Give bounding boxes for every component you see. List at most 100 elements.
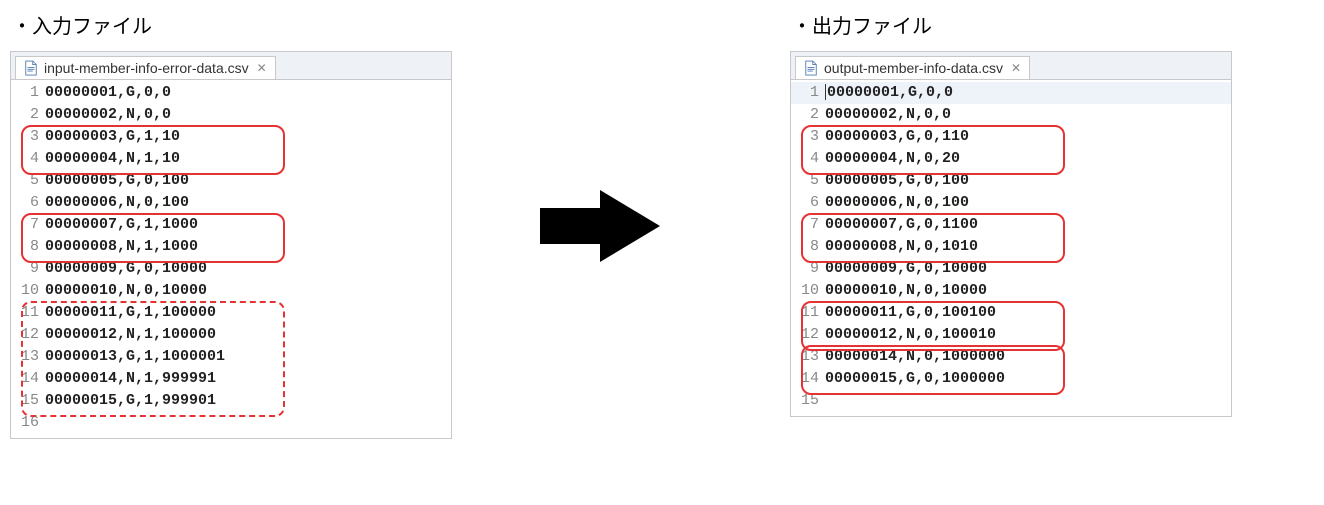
input-editor: input-member-info-error-data.csv ✕ 10000… bbox=[10, 51, 452, 439]
line-text: 00000015,G,1,999901 bbox=[45, 390, 216, 412]
line-text: 00000014,N,1,999991 bbox=[45, 368, 216, 390]
line-number: 3 bbox=[791, 126, 825, 148]
code-line[interactable]: 700000007,G,0,1100 bbox=[791, 214, 1231, 236]
line-number: 10 bbox=[11, 280, 45, 302]
line-number: 14 bbox=[791, 368, 825, 390]
code-line[interactable]: 900000009,G,0,10000 bbox=[11, 258, 451, 280]
output-editor: output-member-info-data.csv ✕ 100000001,… bbox=[790, 51, 1232, 417]
input-file-panel: ・入力ファイル input-member-info-error-data.csv… bbox=[10, 10, 470, 439]
line-number: 6 bbox=[791, 192, 825, 214]
line-text: 00000002,N,0,0 bbox=[825, 104, 951, 126]
code-line[interactable]: 900000009,G,0,10000 bbox=[791, 258, 1231, 280]
code-line[interactable]: 1200000012,N,1,100000 bbox=[11, 324, 451, 346]
output-tabbar: output-member-info-data.csv ✕ bbox=[791, 52, 1231, 80]
code-line[interactable]: 300000003,G,1,10 bbox=[11, 126, 451, 148]
transform-arrow-icon bbox=[540, 190, 660, 262]
code-line[interactable]: 600000006,N,0,100 bbox=[791, 192, 1231, 214]
line-number: 12 bbox=[791, 324, 825, 346]
line-number: 5 bbox=[791, 170, 825, 192]
code-line[interactable]: 1000000010,N,0,10000 bbox=[791, 280, 1231, 302]
output-code-area[interactable]: 100000001,G,0,0200000002,N,0,0300000003,… bbox=[791, 80, 1231, 416]
line-text: 00000004,N,1,10 bbox=[45, 148, 180, 170]
input-heading: ・入力ファイル bbox=[12, 10, 470, 39]
close-icon[interactable]: ✕ bbox=[1011, 61, 1021, 75]
line-number: 8 bbox=[791, 236, 825, 258]
line-text: 00000011,G,0,100100 bbox=[825, 302, 996, 324]
line-text: 00000012,N,0,100010 bbox=[825, 324, 996, 346]
output-tab-label: output-member-info-data.csv bbox=[824, 60, 1003, 76]
line-text: 00000008,N,1,1000 bbox=[45, 236, 198, 258]
input-tabbar: input-member-info-error-data.csv ✕ bbox=[11, 52, 451, 80]
code-line[interactable]: 1400000015,G,0,1000000 bbox=[791, 368, 1231, 390]
line-number: 9 bbox=[791, 258, 825, 280]
code-line[interactable]: 500000005,G,0,100 bbox=[11, 170, 451, 192]
code-line[interactable]: 100000001,G,0,0 bbox=[791, 82, 1231, 104]
code-line[interactable]: 700000007,G,1,1000 bbox=[11, 214, 451, 236]
line-text: 00000001,G,0,0 bbox=[825, 82, 953, 104]
line-number: 4 bbox=[791, 148, 825, 170]
code-line[interactable]: 500000005,G,0,100 bbox=[791, 170, 1231, 192]
line-number: 2 bbox=[11, 104, 45, 126]
file-icon bbox=[804, 60, 818, 76]
line-text: 00000008,N,0,1010 bbox=[825, 236, 978, 258]
code-line[interactable]: 400000004,N,1,10 bbox=[11, 148, 451, 170]
code-line[interactable]: 200000002,N,0,0 bbox=[11, 104, 451, 126]
code-line[interactable]: 15 bbox=[791, 390, 1231, 412]
line-number: 11 bbox=[11, 302, 45, 324]
line-text: 00000002,N,0,0 bbox=[45, 104, 171, 126]
line-text: 00000010,N,0,10000 bbox=[45, 280, 207, 302]
code-line[interactable]: 16 bbox=[11, 412, 451, 434]
code-line[interactable]: 300000003,G,0,110 bbox=[791, 126, 1231, 148]
text-cursor bbox=[825, 84, 826, 100]
close-icon[interactable]: ✕ bbox=[257, 61, 267, 75]
line-text: 00000009,G,0,10000 bbox=[45, 258, 207, 280]
output-file-panel: ・出力ファイル output-member-info-data.csv ✕ bbox=[790, 10, 1250, 417]
code-line[interactable]: 1000000010,N,0,10000 bbox=[11, 280, 451, 302]
line-number: 13 bbox=[791, 346, 825, 368]
arrow-container bbox=[470, 10, 730, 262]
line-number: 11 bbox=[791, 302, 825, 324]
line-number: 3 bbox=[11, 126, 45, 148]
code-line[interactable]: 100000001,G,0,0 bbox=[11, 82, 451, 104]
line-number: 1 bbox=[791, 82, 825, 104]
line-text: 00000009,G,0,10000 bbox=[825, 258, 987, 280]
line-text: 00000004,N,0,20 bbox=[825, 148, 960, 170]
code-line[interactable]: 800000008,N,1,1000 bbox=[11, 236, 451, 258]
code-line[interactable]: 1100000011,G,0,100100 bbox=[791, 302, 1231, 324]
line-number: 15 bbox=[791, 390, 825, 412]
line-number: 4 bbox=[11, 148, 45, 170]
line-text: 00000005,G,0,100 bbox=[45, 170, 189, 192]
line-number: 1 bbox=[11, 82, 45, 104]
line-text: 00000003,G,1,10 bbox=[45, 126, 180, 148]
line-number: 10 bbox=[791, 280, 825, 302]
line-number: 9 bbox=[11, 258, 45, 280]
line-text: 00000012,N,1,100000 bbox=[45, 324, 216, 346]
line-number: 14 bbox=[11, 368, 45, 390]
code-line[interactable]: 200000002,N,0,0 bbox=[791, 104, 1231, 126]
input-code-area[interactable]: 100000001,G,0,0200000002,N,0,0300000003,… bbox=[11, 80, 451, 438]
line-number: 5 bbox=[11, 170, 45, 192]
input-tab-label: input-member-info-error-data.csv bbox=[44, 60, 249, 76]
code-line[interactable]: 1400000014,N,1,999991 bbox=[11, 368, 451, 390]
code-line[interactable]: 600000006,N,0,100 bbox=[11, 192, 451, 214]
code-line[interactable]: 1100000011,G,1,100000 bbox=[11, 302, 451, 324]
line-text: 00000005,G,0,100 bbox=[825, 170, 969, 192]
comparison-container: ・入力ファイル input-member-info-error-data.csv… bbox=[10, 10, 1314, 439]
code-line[interactable]: 1300000014,N,0,1000000 bbox=[791, 346, 1231, 368]
file-icon bbox=[24, 60, 38, 76]
code-line[interactable]: 800000008,N,0,1010 bbox=[791, 236, 1231, 258]
line-number: 12 bbox=[11, 324, 45, 346]
line-text: 00000001,G,0,0 bbox=[45, 82, 171, 104]
input-tab[interactable]: input-member-info-error-data.csv ✕ bbox=[15, 56, 276, 79]
output-tab[interactable]: output-member-info-data.csv ✕ bbox=[795, 56, 1030, 79]
line-text: 00000006,N,0,100 bbox=[825, 192, 969, 214]
output-heading: ・出力ファイル bbox=[792, 10, 1250, 39]
line-text: 00000003,G,0,110 bbox=[825, 126, 969, 148]
code-line[interactable]: 1200000012,N,0,100010 bbox=[791, 324, 1231, 346]
code-line[interactable]: 1300000013,G,1,1000001 bbox=[11, 346, 451, 368]
line-number: 16 bbox=[11, 412, 45, 434]
code-line[interactable]: 1500000015,G,1,999901 bbox=[11, 390, 451, 412]
code-line[interactable]: 400000004,N,0,20 bbox=[791, 148, 1231, 170]
line-text: 00000011,G,1,100000 bbox=[45, 302, 216, 324]
line-number: 2 bbox=[791, 104, 825, 126]
